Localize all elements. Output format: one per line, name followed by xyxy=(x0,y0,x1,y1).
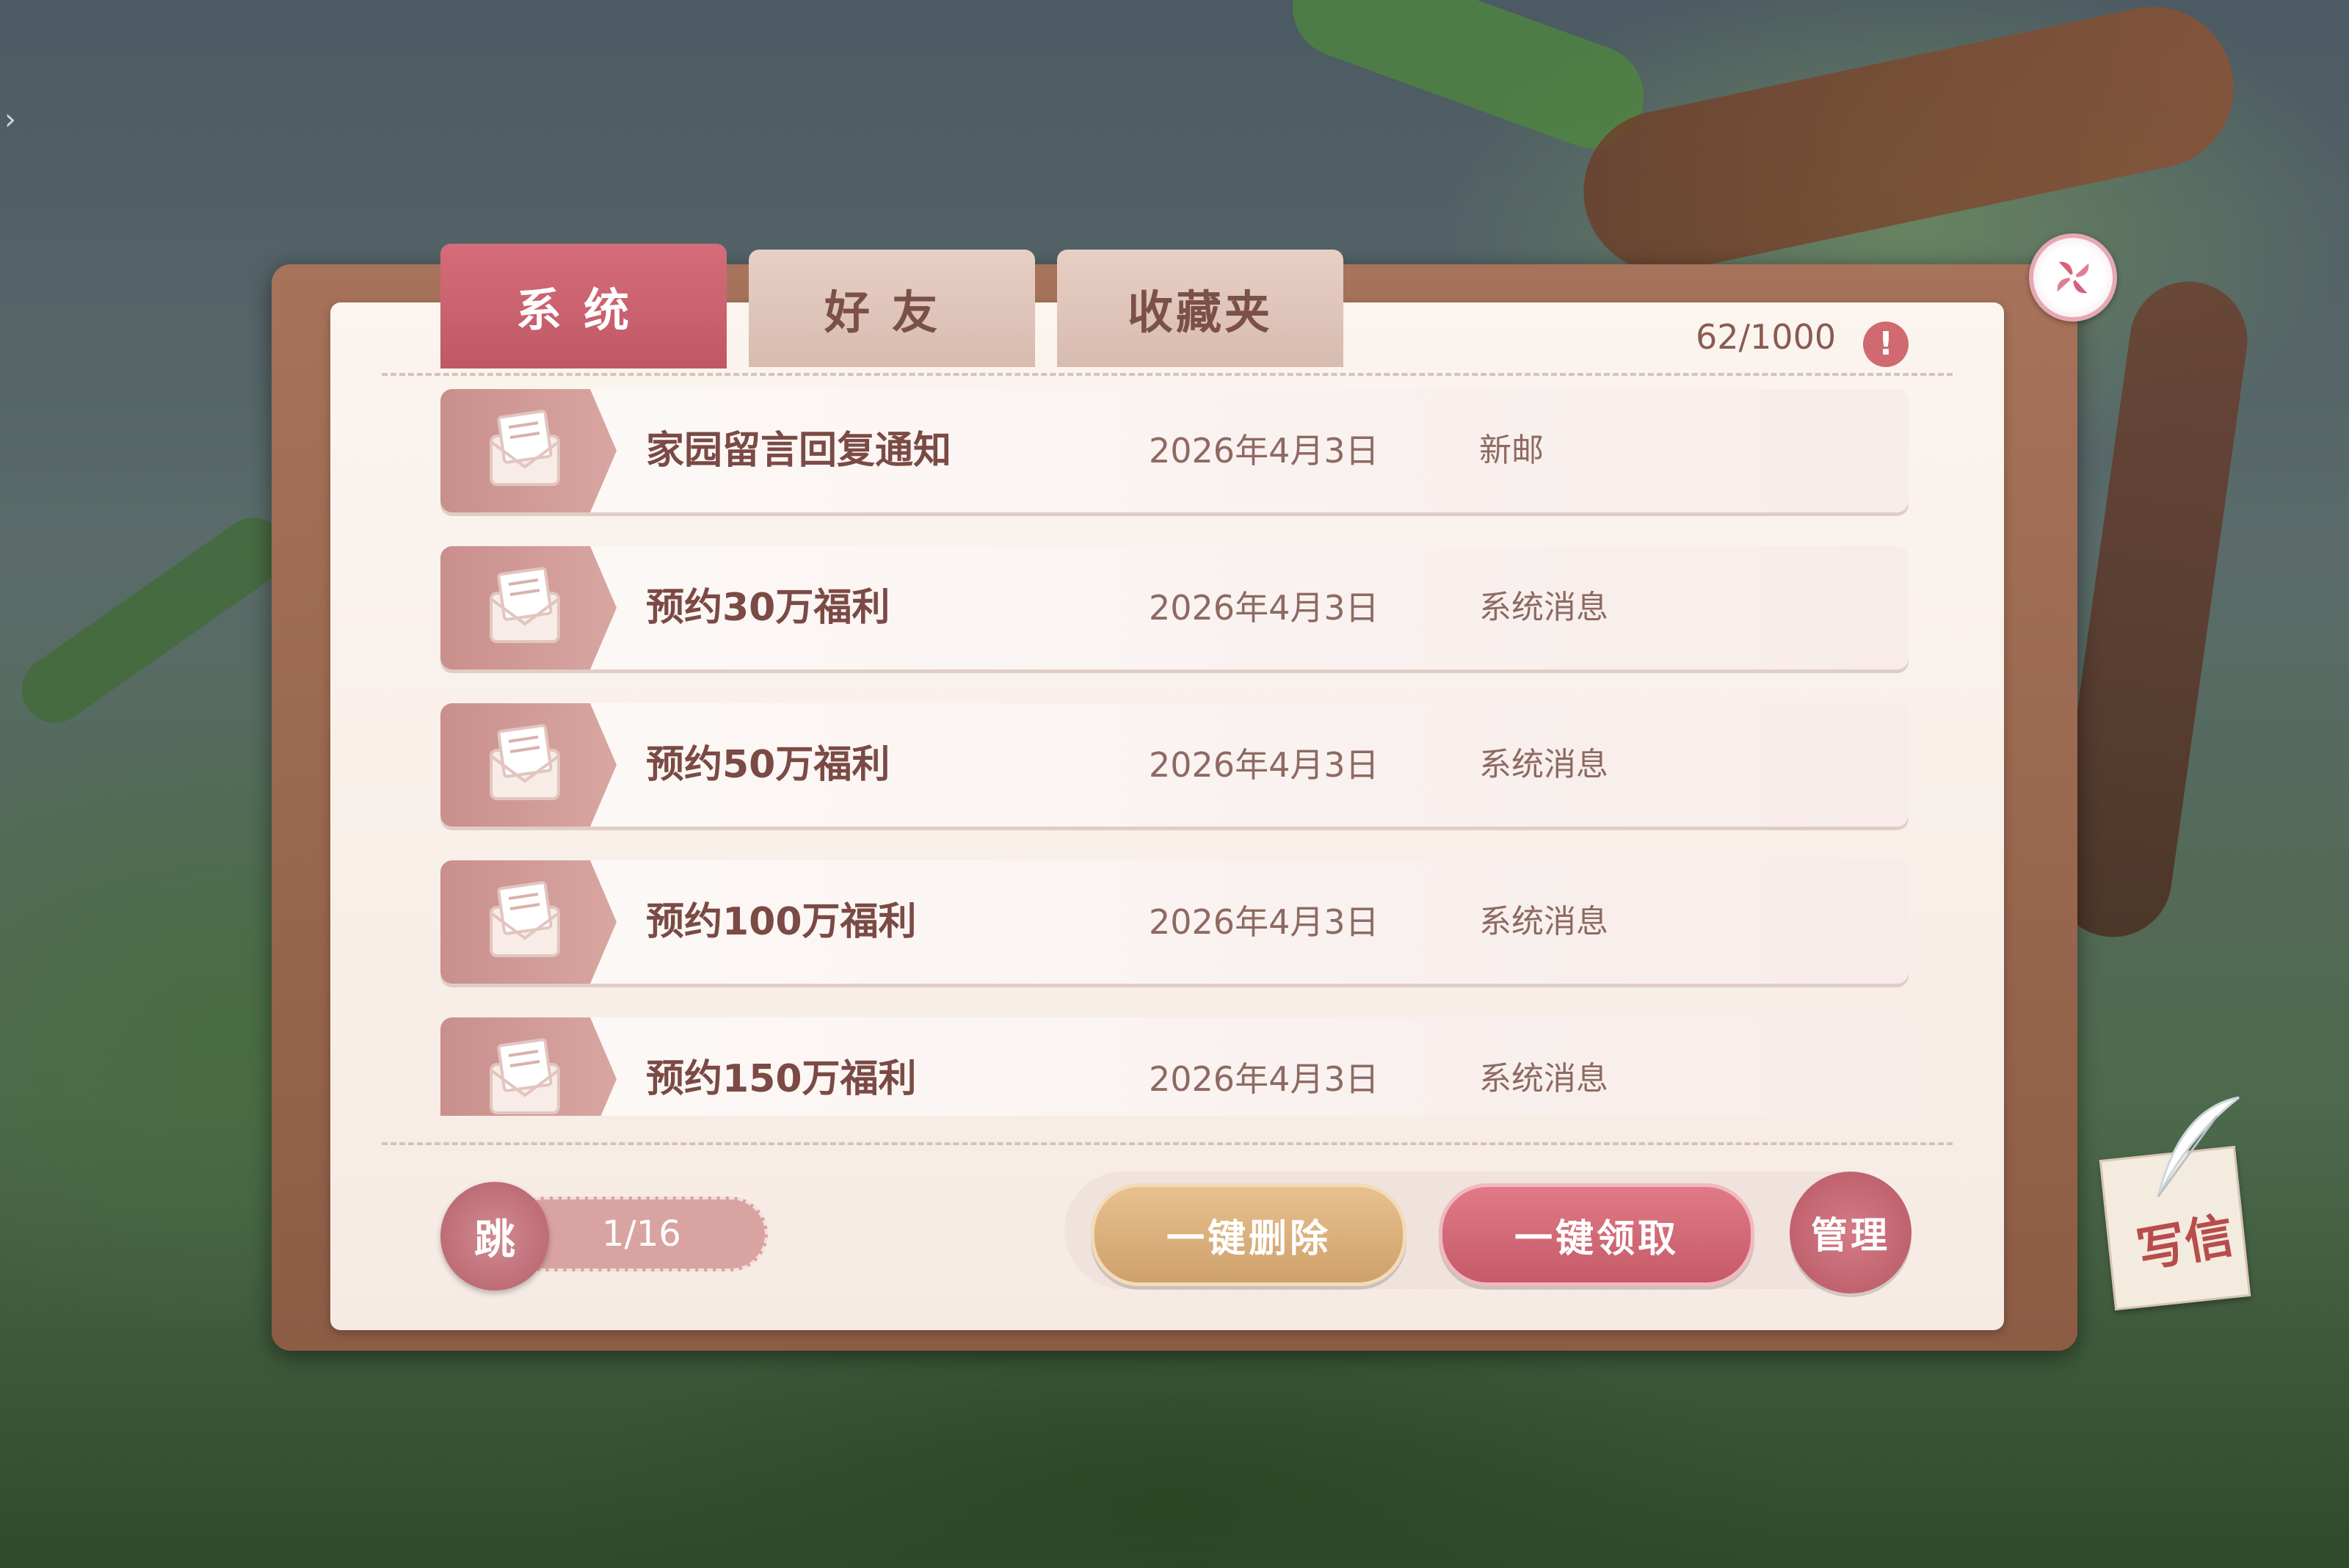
close-button[interactable] xyxy=(2029,233,2117,322)
manage-button[interactable]: 管理 xyxy=(1790,1172,1911,1293)
mail-date: 2026年4月3日 xyxy=(1149,902,1379,942)
mail-list[interactable]: 家园留言回复通知 2026年4月3日 新邮 预约30万福利 2026年4月3日 … xyxy=(440,389,1916,1116)
mail-item[interactable]: 预约100万福利 2026年4月3日 系统消息 xyxy=(440,860,1909,984)
jump-button[interactable]: 跳 xyxy=(440,1182,549,1291)
mail-date: 2026年4月3日 xyxy=(1149,588,1379,628)
mail-item[interactable]: 预约150万福利 2026年4月3日 系统消息 xyxy=(440,1017,1909,1116)
envelope-letter-icon xyxy=(490,724,560,800)
warning-icon[interactable]: ! xyxy=(1863,322,1909,367)
write-letter-button[interactable]: 写信 xyxy=(2092,1094,2261,1314)
mail-type: 新邮 xyxy=(1479,432,1544,469)
envelope-letter-icon xyxy=(490,881,560,957)
mail-item[interactable]: 预约50万福利 2026年4月3日 系统消息 xyxy=(440,703,1909,827)
mail-date: 2026年4月3日 xyxy=(1149,1059,1379,1099)
mail-title: 预约50万福利 xyxy=(646,743,890,787)
tab-favorites[interactable]: 收藏夹 xyxy=(1057,250,1343,367)
mail-title: 预约150万福利 xyxy=(646,1057,917,1101)
mail-type: 系统消息 xyxy=(1479,589,1608,626)
mail-type: 系统消息 xyxy=(1479,1060,1608,1097)
mail-item[interactable]: 预约30万福利 2026年4月3日 系统消息 xyxy=(440,546,1909,669)
mail-type: 系统消息 xyxy=(1479,746,1608,783)
claim-all-button[interactable]: 一键领取 xyxy=(1439,1183,1754,1286)
mail-item[interactable]: 家园留言回复通知 2026年4月3日 新邮 xyxy=(440,389,1909,512)
envelope-letter-icon xyxy=(490,567,560,643)
quill-letter-icon xyxy=(2157,1096,2240,1197)
envelope-letter-icon xyxy=(490,1038,560,1114)
mail-type: 系统消息 xyxy=(1479,903,1608,940)
page-number: 1/16 xyxy=(602,1213,681,1255)
mail-date: 2026年4月3日 xyxy=(1149,745,1379,785)
envelope-letter-icon xyxy=(490,410,560,486)
tab-system[interactable]: 系统 xyxy=(440,244,727,369)
mail-title: 预约100万福利 xyxy=(646,900,917,944)
delete-all-button[interactable]: 一键删除 xyxy=(1091,1183,1406,1286)
side-expand-icon[interactable]: › xyxy=(4,103,16,137)
mail-date: 2026年4月3日 xyxy=(1149,431,1379,471)
tab-friends[interactable]: 好友 xyxy=(749,250,1035,367)
mail-title: 家园留言回复通知 xyxy=(646,429,952,473)
mail-counter: 62/1000 xyxy=(1696,317,1837,357)
pinwheel-close-icon xyxy=(2057,261,2089,294)
mail-title: 预约30万福利 xyxy=(646,586,890,630)
